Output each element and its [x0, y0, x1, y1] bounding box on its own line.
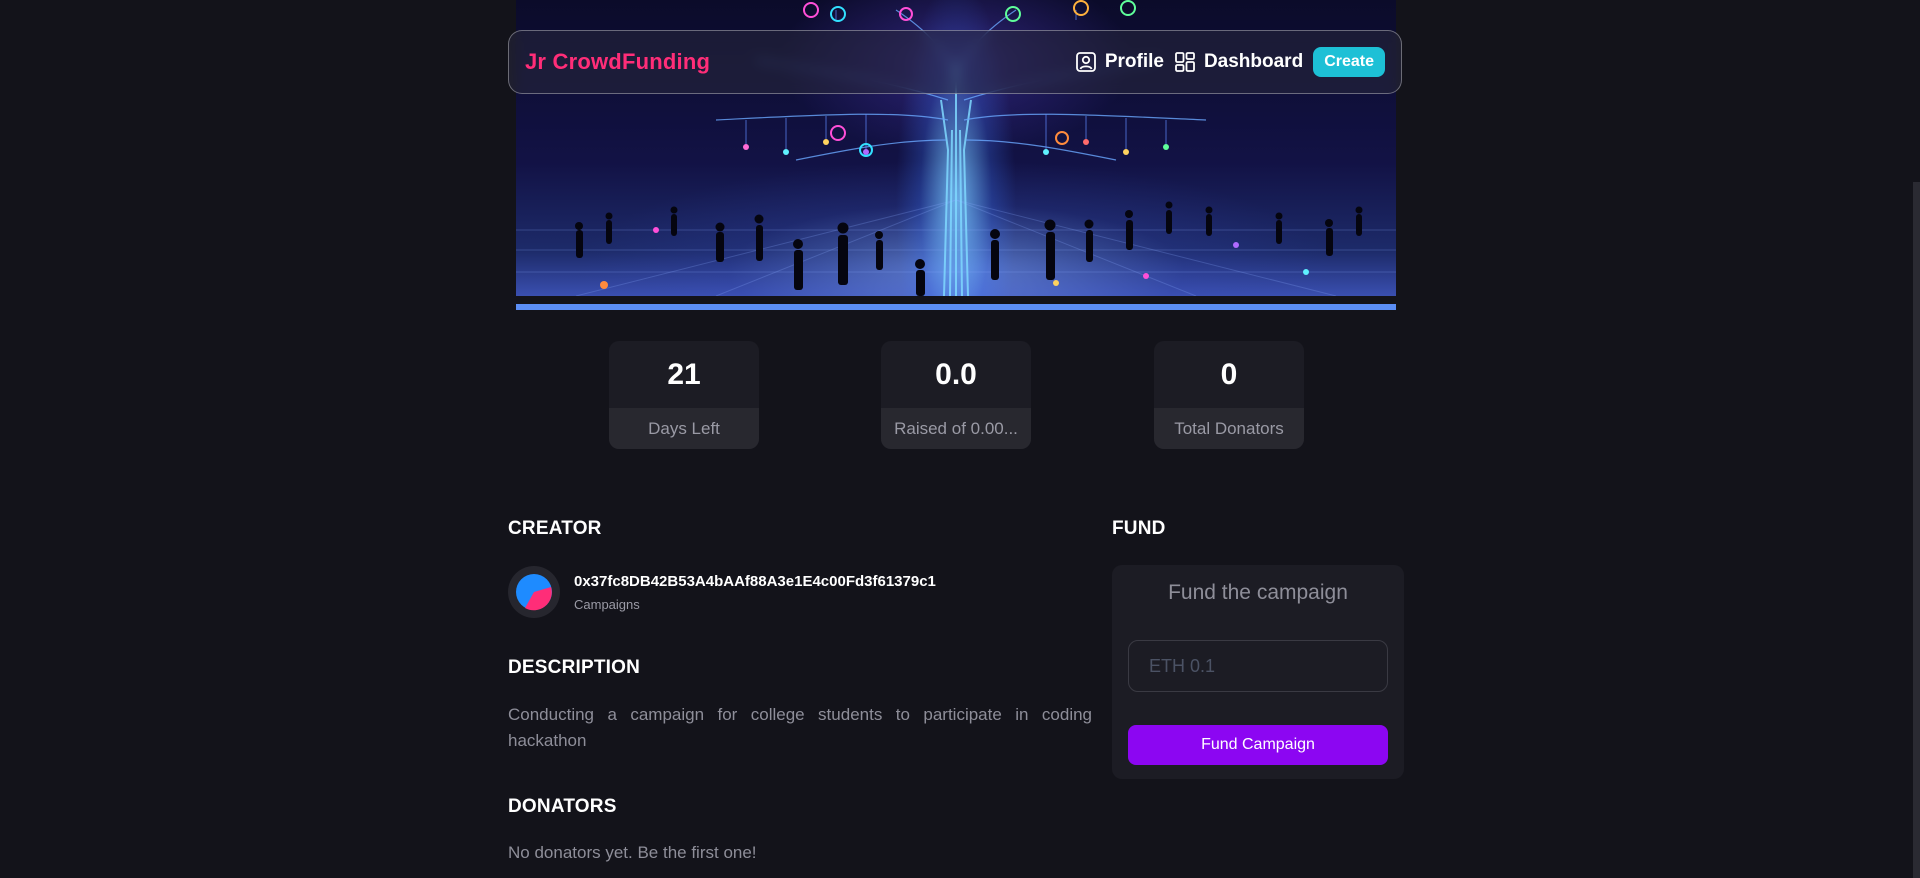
grid-icon	[1174, 51, 1196, 73]
user-square-icon	[1075, 51, 1097, 73]
nav-links: Profile Dashboard Create	[1075, 47, 1385, 77]
campaign-details-page: Jr CrowdFunding Profile Dashboard Create…	[0, 0, 1920, 878]
nav-dashboard-link[interactable]: Dashboard	[1174, 51, 1303, 73]
creator-address: 0x37fc8DB42B53A4bAAf88A3e1E4c00Fd3f61379…	[574, 572, 936, 590]
stat-value: 21	[667, 357, 701, 391]
creator-row: 0x37fc8DB42B53A4bAAf88A3e1E4c00Fd3f61379…	[508, 566, 936, 618]
campaign-progress-bar	[516, 304, 1396, 310]
creator-heading: Creator	[508, 518, 602, 539]
fund-card-title: Fund the campaign	[1168, 581, 1348, 604]
fund-campaign-button[interactable]: Fund Campaign	[1128, 725, 1388, 765]
nav-dashboard-label: Dashboard	[1203, 51, 1304, 72]
stat-value: 0.0	[935, 357, 977, 391]
donators-heading: Donators	[508, 796, 617, 817]
stat-raised: 0.0 Raised of 0.00...	[881, 341, 1031, 449]
page-scrollbar[interactable]	[1913, 182, 1920, 878]
stat-value: 0	[1220, 357, 1238, 391]
stat-label: Days Left	[609, 408, 759, 449]
nav-profile-link[interactable]: Profile	[1075, 51, 1164, 73]
fund-heading: Fund	[1112, 518, 1166, 539]
fund-card: Fund the campaign Fund Campaign	[1112, 565, 1404, 779]
stat-label: Raised of 0.00...	[881, 408, 1031, 449]
creator-campaigns-label: Campaigns	[574, 596, 640, 612]
description-heading: Description	[508, 657, 641, 678]
brand-logo[interactable]: Jr CrowdFunding	[525, 49, 710, 75]
campaign-progress-fill	[516, 304, 1396, 310]
stat-days-left: 21 Days Left	[609, 341, 759, 449]
creator-info: 0x37fc8DB42B53A4bAAf88A3e1E4c00Fd3f61379…	[574, 573, 936, 612]
nav-profile-label: Profile	[1104, 51, 1164, 72]
stat-total-donators: 0 Total Donators	[1154, 341, 1304, 449]
description-text: Conducting a campaign for college studen…	[508, 705, 1092, 750]
creator-avatar	[508, 566, 560, 618]
fund-amount-input[interactable]	[1128, 640, 1388, 692]
donators-empty-text: No donators yet. Be the first one!	[508, 843, 757, 862]
top-navbar: Jr CrowdFunding Profile Dashboard Create	[508, 30, 1402, 94]
create-campaign-button[interactable]: Create	[1313, 47, 1385, 77]
stat-label: Total Donators	[1154, 408, 1304, 449]
